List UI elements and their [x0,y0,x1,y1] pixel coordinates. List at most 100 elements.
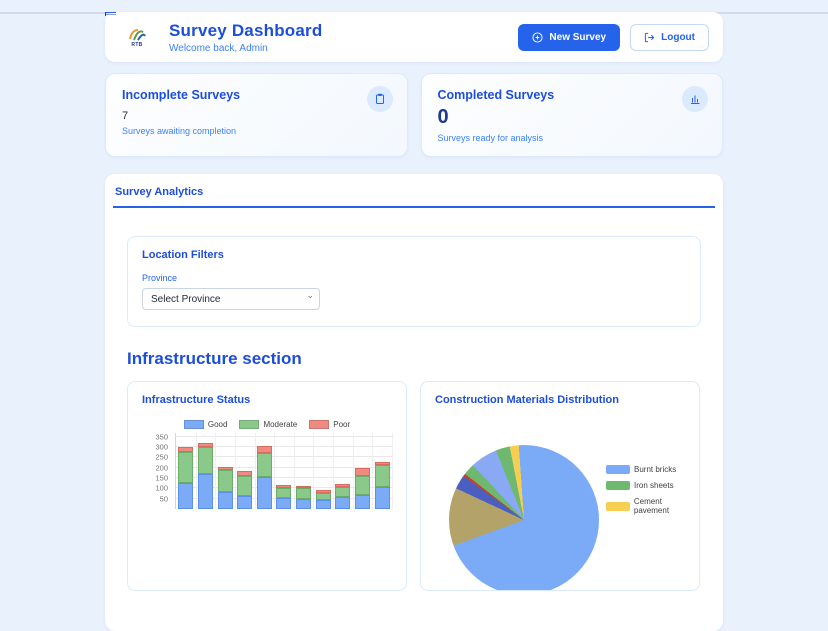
bar-segment-poor [354,468,370,476]
bar-segment-moderate [276,487,292,498]
infrastructure-status-chart: 350 300 250 200 150 100 50 [142,432,393,523]
completed-surveys-subtitle: Surveys ready for analysis [437,133,544,143]
header: RTB Survey Dashboard Welcome back, Admin… [105,12,723,62]
y-tick-label: 200 [155,463,168,473]
stacked-bar [256,446,272,509]
bar-segment-good [315,500,331,509]
survey-analytics-card: Survey Analytics Location Filters Provin… [105,174,723,631]
infrastructure-status-title: Infrastructure Status [142,394,251,406]
bar-segment-good [237,495,253,509]
bar-segment-moderate [296,488,312,500]
plus-circle-icon [532,31,543,43]
logo-wordmark [105,12,116,16]
logout-label: Logout [661,31,695,43]
bar-segment-moderate [237,476,253,496]
legend-swatch [606,501,630,511]
bar-segment-poor [256,446,272,453]
legend-label: Cement pavement [633,497,670,515]
bar-segment-moderate [315,492,331,501]
legend-swatch [309,420,330,429]
stacked-bar [315,490,331,509]
bar-segment-good [276,497,292,509]
y-tick-label: 50 [159,494,168,504]
survey-analytics-title: Survey Analytics [115,186,204,198]
stacked-bar [197,442,213,509]
legend-swatch [239,420,260,429]
legend-swatch [183,420,204,429]
clipboard-icon [366,86,393,112]
completed-surveys-card: Completed Surveys 0 Surveys ready for an… [420,73,723,157]
bar-segment-moderate [354,475,370,495]
stacked-bar [276,484,292,509]
bar-chart-legend: Good Moderate Poor [142,420,392,429]
new-survey-label: New Survey [549,31,607,43]
construction-materials-title: Construction Materials Distribution [435,394,619,406]
legend-item: Burnt bricks [606,465,699,474]
stacked-bar [374,461,390,509]
incomplete-surveys-subtitle: Surveys awaiting completion [122,126,237,136]
legend-item: Good [183,420,228,429]
bar-plot-area [175,433,393,509]
location-filters-card: Location Filters Province Select Provinc… [127,236,701,327]
logo-text: RTB [131,41,143,48]
rtb-logo: RTB [105,12,155,48]
y-tick-label: 250 [155,452,168,462]
legend-label: Moderate [263,420,298,429]
stacked-bar [335,483,351,509]
legend-swatch [606,481,630,490]
bar-segment-good [178,482,194,509]
province-select[interactable]: Select Province [142,288,320,310]
legend-label: Iron sheets [634,481,674,490]
rtb-logo-icon [126,27,148,41]
location-filters-title: Location Filters [142,249,224,261]
bar-segment-good [217,492,233,509]
legend-item: Cement pavement [606,497,699,515]
y-axis-labels: 350 300 250 200 150 100 50 [142,432,172,509]
bar-segment-good [197,474,213,509]
new-survey-button[interactable]: New Survey [518,23,621,51]
infrastructure-section-heading: Infrastructure section [127,349,302,368]
welcome-subtitle: Welcome back, Admin [169,42,268,54]
completed-surveys-title: Completed Surveys [437,88,555,102]
stacked-bar [237,470,253,509]
legend-item: Moderate [239,420,297,429]
infrastructure-status-card: Infrastructure Status Good Moderate Poor 3… [127,381,407,591]
bar-segment-moderate [374,464,390,487]
y-tick-label: 300 [155,442,168,452]
logout-icon [644,32,655,43]
bar-segment-moderate [335,486,351,498]
pie-chart-legend: Burnt bricks Iron sheets Cement pavement [606,465,699,515]
bar-segment-good [256,477,272,509]
bar-segment-good [335,497,351,509]
bar-segment-moderate [256,452,272,477]
construction-materials-pie [449,445,599,590]
bar-segment-good [374,486,390,509]
legend-label: Good [207,420,228,429]
stacked-bar [296,485,312,509]
y-tick-label: 100 [155,483,168,493]
vertical-gridline [392,433,393,509]
incomplete-surveys-title: Incomplete Surveys [122,88,241,102]
legend-label: Poor [333,420,351,429]
bar-segment-moderate [217,470,233,493]
stacked-bar [354,468,370,509]
legend-item: Poor [309,420,350,429]
logout-button[interactable]: Logout [630,23,709,51]
province-label: Province [142,273,178,283]
construction-materials-card: Construction Materials Distribution Burn… [420,381,700,591]
y-tick-label: 350 [155,432,168,442]
incomplete-surveys-card: Incomplete Surveys 7 Surveys awaiting co… [105,73,408,157]
bar-segment-good [354,494,370,509]
page-title: Survey Dashboard [169,20,323,40]
legend-swatch [606,465,630,474]
legend-item: Iron sheets [606,481,699,490]
incomplete-surveys-count: 7 [122,110,129,122]
bar-chart-icon [682,86,708,112]
bar-segment-moderate [197,447,213,475]
legend-label: Burnt bricks [634,465,677,474]
completed-surveys-count: 0 [437,106,449,128]
bar-segment-moderate [178,452,194,483]
bar-segment-good [296,499,312,509]
stacked-bar [217,466,233,509]
stacked-bar [178,447,194,509]
